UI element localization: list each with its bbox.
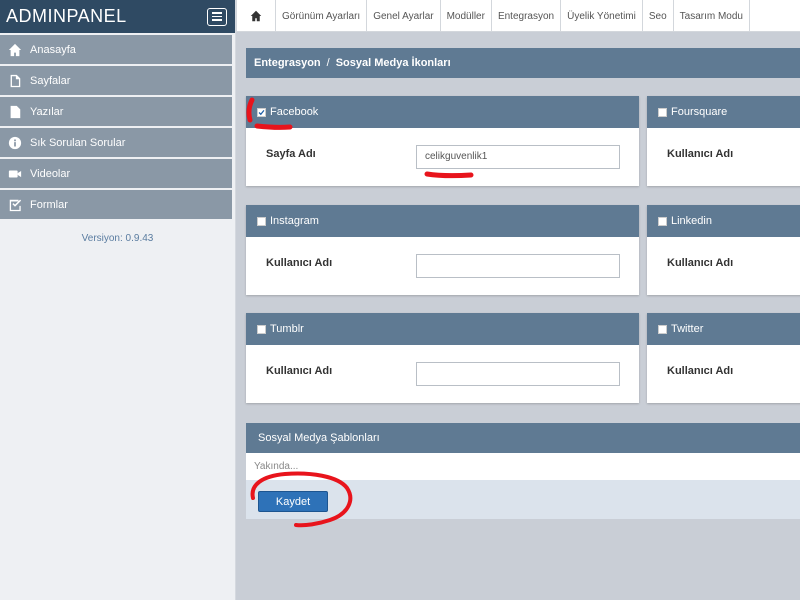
- coming-soon-text: Yakında...: [246, 453, 800, 480]
- sidebar-item-label: Sık Sorulan Sorular: [30, 136, 126, 149]
- top-nav: Görünüm Ayarları Genel Ayarlar Modüller …: [236, 0, 800, 32]
- home-icon: [250, 10, 262, 22]
- breadcrumb: Entegrasyon / Sosyal Medya İkonları: [246, 48, 800, 78]
- facebook-page-input[interactable]: celikguvenlik1: [416, 145, 620, 169]
- nav-home[interactable]: [236, 0, 276, 32]
- twitter-title: Twitter: [671, 323, 704, 335]
- instagram-username-input[interactable]: [416, 254, 620, 278]
- instagram-checkbox[interactable]: [257, 216, 266, 226]
- twitter-checkbox[interactable]: [658, 324, 667, 334]
- sidebar-menu: Anasayfa Sayfalar Yazılar Sık Sorulan So…: [0, 33, 235, 219]
- tumblr-title: Tumblr: [270, 323, 304, 335]
- linkedin-field-label: Kullanıcı Adı: [667, 257, 734, 269]
- facebook-field-label: Sayfa Adı: [266, 148, 316, 160]
- sidebar-item-label: Anasayfa: [30, 43, 76, 56]
- foursquare-title: Foursquare: [671, 106, 728, 118]
- sidebar-item-videolar[interactable]: Videolar: [0, 159, 232, 188]
- facebook-title: Facebook: [270, 106, 319, 118]
- check-square-icon: [7, 197, 23, 213]
- breadcrumb-separator: /: [326, 57, 330, 69]
- twitter-panel: Twitter Kullanıcı Adı: [647, 313, 800, 403]
- tumblr-field-label: Kullanıcı Adı: [266, 365, 333, 377]
- save-button[interactable]: Kaydet: [258, 491, 328, 512]
- main-content: Entegrasyon / Sosyal Medya İkonları Face…: [236, 33, 800, 600]
- tumblr-checkbox[interactable]: [257, 324, 266, 334]
- sidebar-item-label: Yazılar: [30, 105, 64, 118]
- nav-moduller[interactable]: Modüller: [441, 0, 492, 32]
- facebook-panel-body: Sayfa Adı celikguvenlik1: [246, 128, 639, 186]
- linkedin-checkbox[interactable]: [658, 216, 667, 226]
- facebook-panel: Facebook Sayfa Adı celikguvenlik1: [246, 96, 639, 186]
- sidebar-item-label: Sayfalar: [30, 74, 71, 87]
- home-icon: [7, 42, 23, 58]
- app-title: ADMINPANEL: [6, 6, 127, 26]
- social-templates-header: Sosyal Medya Şablonları: [246, 423, 800, 453]
- sidebar: ADMINPANEL Anasayfa Sayfalar Yazılar Sık…: [0, 0, 236, 600]
- document-icon: [7, 104, 23, 120]
- instagram-panel-body: Kullanıcı Adı: [246, 237, 639, 295]
- linkedin-title: Linkedin: [671, 215, 712, 227]
- linkedin-panel-body: Kullanıcı Adı: [647, 237, 800, 295]
- brand-bar: ADMINPANEL: [0, 0, 235, 33]
- foursquare-checkbox[interactable]: [658, 107, 667, 117]
- twitter-panel-header: Twitter: [647, 313, 800, 345]
- tumblr-panel-header: Tumblr: [246, 313, 639, 345]
- nav-gorunum-ayarlari[interactable]: Görünüm Ayarları: [276, 0, 368, 32]
- menu-toggle-icon[interactable]: [207, 7, 227, 26]
- breadcrumb-parent[interactable]: Entegrasyon: [254, 57, 321, 69]
- sidebar-item-label: Formlar: [30, 198, 68, 211]
- linkedin-panel-header: Linkedin: [647, 205, 800, 237]
- facebook-panel-header: Facebook: [246, 96, 639, 128]
- version-label: Versiyon: 0.9.43: [81, 233, 154, 244]
- breadcrumb-current: Sosyal Medya İkonları: [335, 57, 451, 69]
- info-icon: [7, 135, 23, 151]
- sidebar-item-yazilar[interactable]: Yazılar: [0, 97, 232, 126]
- foursquare-panel-body: Kullanıcı Adı: [647, 128, 800, 186]
- twitter-panel-body: Kullanıcı Adı: [647, 345, 800, 403]
- nav-seo[interactable]: Seo: [643, 0, 674, 32]
- tumblr-panel-body: Kullanıcı Adı: [246, 345, 639, 403]
- instagram-field-label: Kullanıcı Adı: [266, 257, 333, 269]
- nav-entegrasyon[interactable]: Entegrasyon: [492, 0, 562, 32]
- sidebar-item-sss[interactable]: Sık Sorulan Sorular: [0, 128, 232, 157]
- tumblr-username-input[interactable]: [416, 362, 620, 386]
- sidebar-item-anasayfa[interactable]: Anasayfa: [0, 35, 232, 64]
- video-icon: [7, 166, 23, 182]
- foursquare-panel: Foursquare Kullanıcı Adı: [647, 96, 800, 186]
- foursquare-field-label: Kullanıcı Adı: [667, 148, 734, 160]
- twitter-field-label: Kullanıcı Adı: [667, 365, 734, 377]
- instagram-title: Instagram: [270, 215, 319, 227]
- facebook-checkbox[interactable]: [257, 107, 266, 117]
- file-icon: [7, 73, 23, 89]
- sidebar-item-label: Videolar: [30, 167, 71, 180]
- sidebar-item-formlar[interactable]: Formlar: [0, 190, 232, 219]
- nav-tasarim-modu[interactable]: Tasarım Modu: [674, 0, 750, 32]
- instagram-panel-header: Instagram: [246, 205, 639, 237]
- nav-genel-ayarlar[interactable]: Genel Ayarlar: [367, 0, 441, 32]
- foursquare-panel-header: Foursquare: [647, 96, 800, 128]
- social-templates-panel: Sosyal Medya Şablonları Yakında... Kayde…: [246, 423, 800, 519]
- sidebar-item-sayfalar[interactable]: Sayfalar: [0, 66, 232, 95]
- instagram-panel: Instagram Kullanıcı Adı: [246, 205, 639, 295]
- linkedin-panel: Linkedin Kullanıcı Adı: [647, 205, 800, 295]
- tumblr-panel: Tumblr Kullanıcı Adı: [246, 313, 639, 403]
- nav-uyelik-yonetimi[interactable]: Üyelik Yönetimi: [561, 0, 643, 32]
